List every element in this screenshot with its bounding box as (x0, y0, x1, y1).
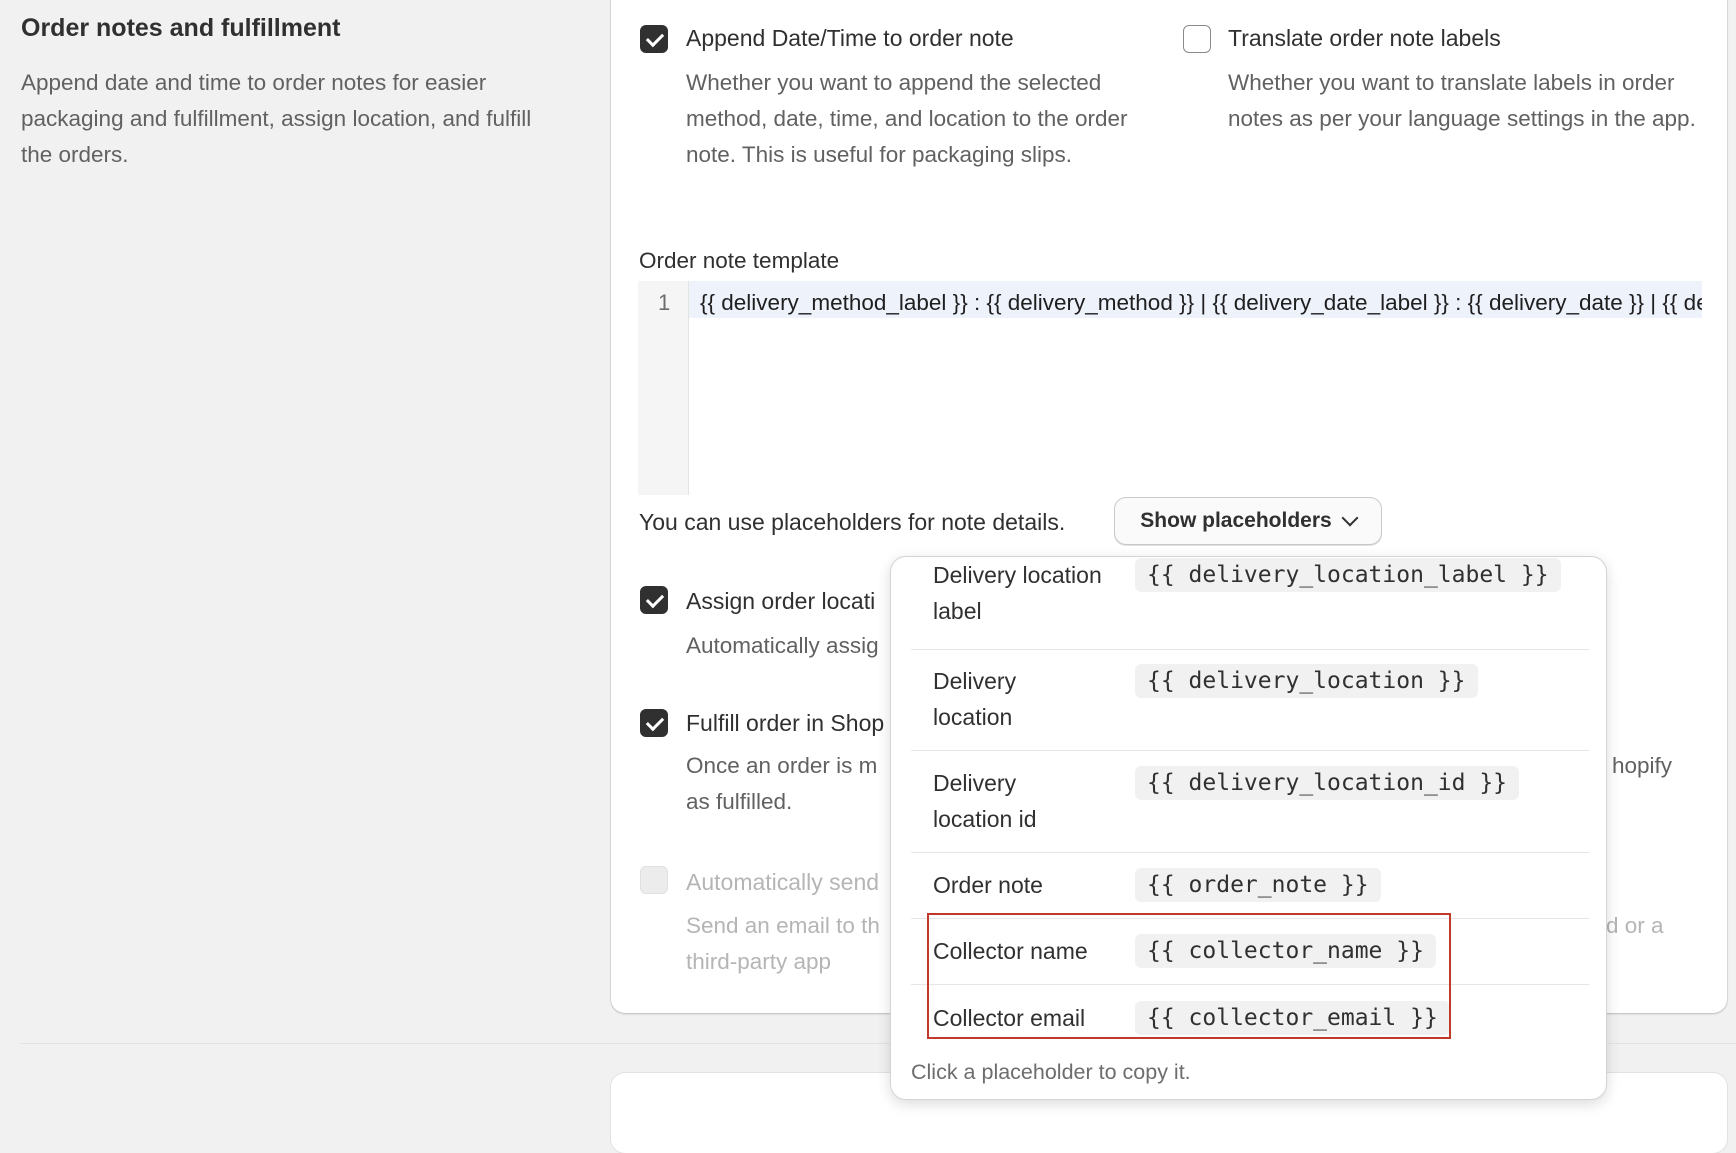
send-email-description-right: d or a (1606, 913, 1664, 938)
popover-footer: Click a placeholder to copy it. (911, 1060, 1191, 1084)
append-datetime-description: Whether you want to append the selected … (686, 70, 1128, 167)
append-datetime-checkbox[interactable] (640, 25, 668, 53)
placeholder-tag[interactable]: {{ delivery_location_label }} (1135, 558, 1561, 592)
placeholder-name: Delivery location (933, 668, 1017, 730)
placeholder-name: Delivery location label (933, 562, 1102, 624)
placeholder-row[interactable]: Delivery location {{ delivery_location }… (911, 649, 1589, 751)
fulfill-order-description-2: as fulfilled. (686, 789, 793, 814)
send-email-checkbox[interactable] (640, 866, 668, 894)
fulfill-order-description-right: hopify (1612, 753, 1673, 778)
translate-labels-description: Whether you want to translate labels in … (1228, 70, 1696, 131)
placeholders-popover: Delivery location label {{ delivery_loca… (890, 556, 1607, 1100)
fulfill-order-label: Fulfill order in Shop (686, 710, 885, 736)
assign-location-description: Automatically assig (686, 633, 879, 658)
send-email-label: Automatically send (686, 869, 880, 895)
assign-location-label: Assign order locati (686, 588, 876, 614)
placeholder-row[interactable]: Order note {{ order_note }} (911, 853, 1589, 919)
assign-location-checkbox[interactable] (640, 586, 668, 614)
append-datetime-label: Append Date/Time to order note (686, 25, 1014, 51)
line-number: 1 (658, 290, 671, 315)
placeholder-tag[interactable]: {{ delivery_location_id }} (1135, 766, 1520, 800)
chevron-down-icon (1341, 509, 1359, 527)
section-description: Append date and time to order notes for … (21, 70, 532, 167)
template-label: Order note template (639, 248, 840, 273)
section-title: Order notes and fulfillment (21, 14, 341, 42)
send-email-description-2: third-party app (686, 949, 832, 974)
translate-labels-label: Translate order note labels (1228, 25, 1501, 51)
translate-labels-checkbox[interactable] (1183, 25, 1211, 53)
show-placeholders-label: Show placeholders (1140, 509, 1332, 532)
show-placeholders-button[interactable]: Show placeholders (1114, 497, 1382, 545)
placeholder-row[interactable]: Delivery location id {{ delivery_locatio… (911, 751, 1589, 853)
placeholder-row[interactable]: Delivery location label {{ delivery_loca… (911, 557, 1589, 650)
collector-highlight-box (927, 913, 1451, 1039)
placeholder-tag[interactable]: {{ delivery_location }} (1135, 664, 1478, 698)
placeholder-tag[interactable]: {{ order_note }} (1135, 868, 1381, 902)
send-email-description-1: Send an email to th (686, 913, 880, 938)
placeholder-name: Delivery location id (933, 770, 1037, 832)
order-note-template-editor[interactable]: 1 {{ delivery_method_label }} : {{ deliv… (638, 281, 1702, 495)
placeholder-name: Order note (933, 872, 1043, 898)
template-code-line[interactable]: {{ delivery_method_label }} : {{ deliver… (700, 290, 1702, 316)
fulfill-order-description-1: Once an order is m (686, 753, 878, 778)
placeholders-hint: You can use placeholders for note detail… (639, 509, 1066, 535)
fulfill-order-checkbox[interactable] (640, 709, 668, 737)
